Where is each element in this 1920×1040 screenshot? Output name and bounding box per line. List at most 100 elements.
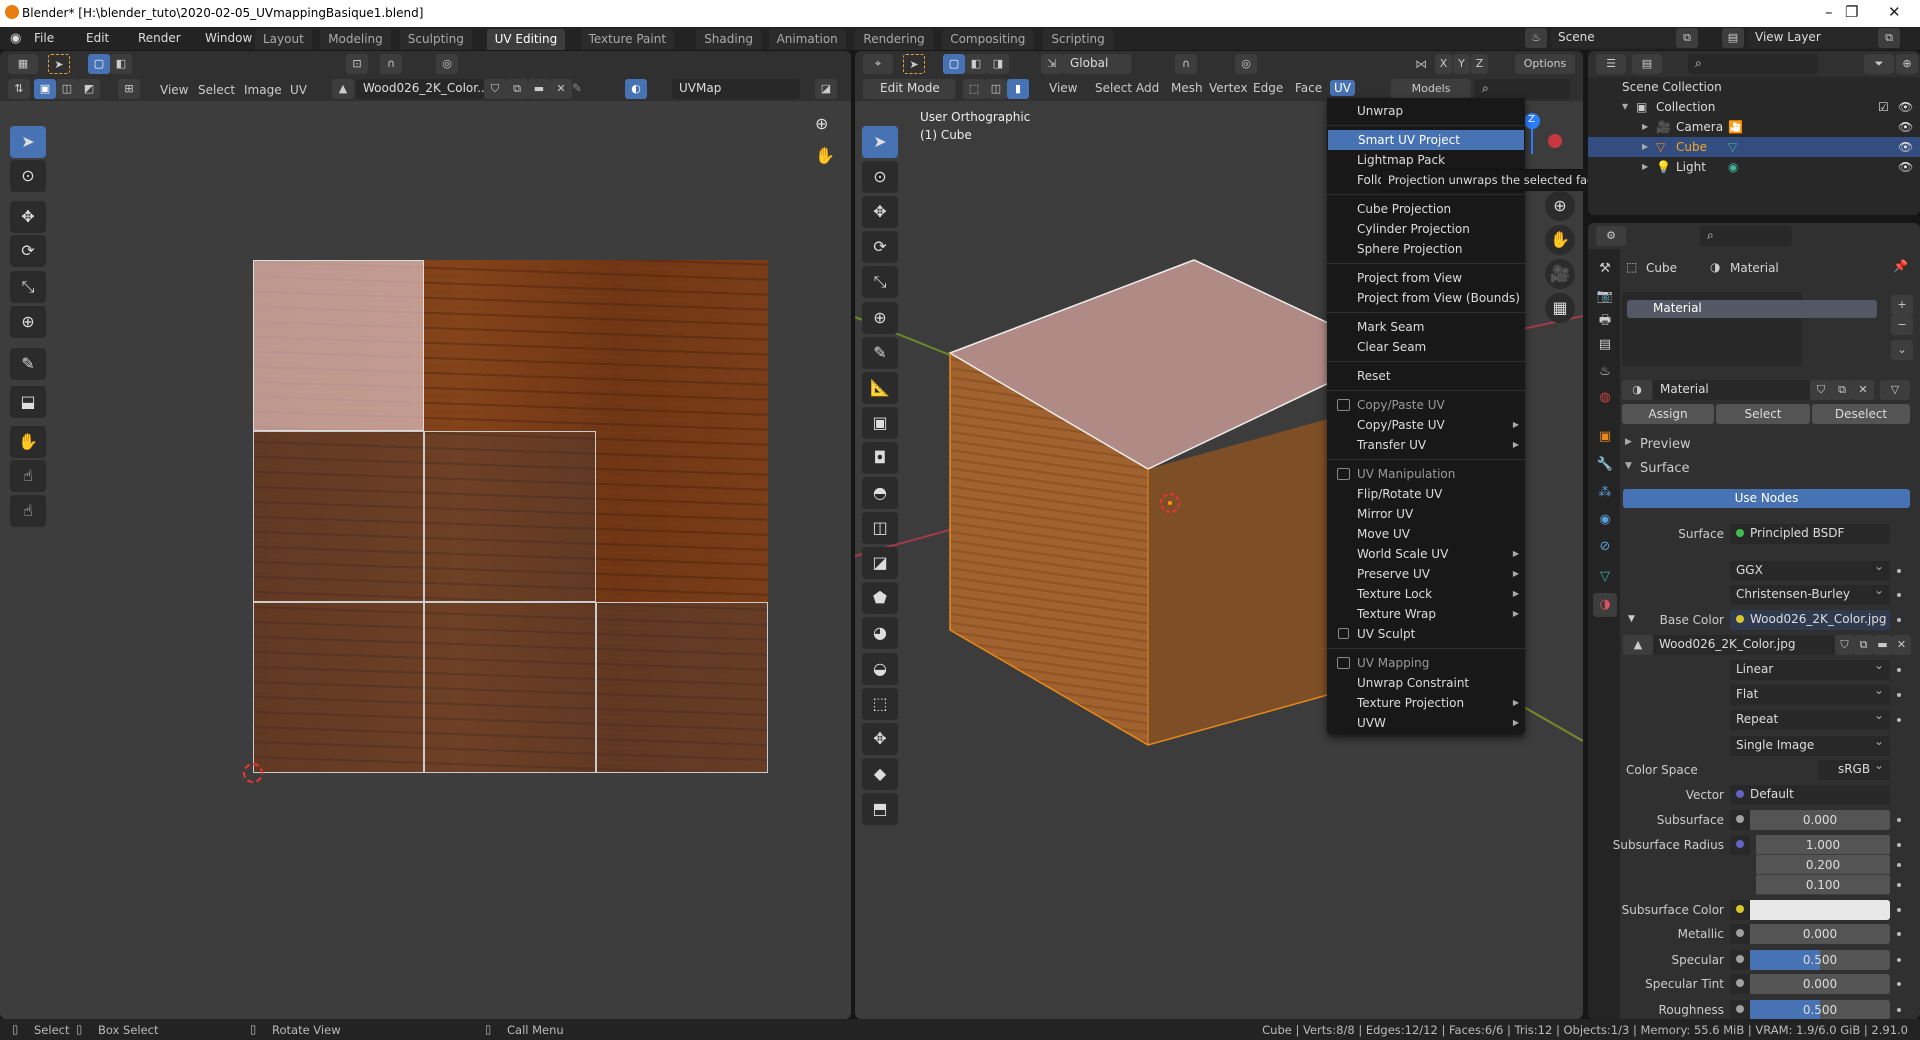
- select-box-tool-icon[interactable]: ➤: [862, 126, 898, 158]
- display-mode-icon[interactable]: ☰: [1596, 54, 1626, 74]
- tab-compositing[interactable]: Compositing: [942, 29, 1034, 50]
- tab-animation[interactable]: Animation: [768, 29, 846, 50]
- uv-menu-item-world-scale-uv[interactable]: World Scale UV ▶: [1327, 544, 1525, 564]
- uvmap-field[interactable]: UVMap: [672, 79, 800, 99]
- axis-z-toggle[interactable]: Z: [1471, 54, 1488, 74]
- material-name-field[interactable]: Material: [1653, 380, 1810, 400]
- outliner-scene-collection[interactable]: Scene Collection: [1588, 77, 1920, 97]
- menu-select[interactable]: Select: [1091, 80, 1136, 96]
- keyframe-dot[interactable]: [1897, 818, 1901, 822]
- extension-dropdown[interactable]: Repeat: [1730, 710, 1890, 730]
- tab-object-data-icon[interactable]: ▽: [1593, 565, 1617, 589]
- poly-build-tool-icon[interactable]: ⬟: [862, 582, 898, 614]
- outliner-item-collection[interactable]: ▼ ▣ Collection ☑ 👁: [1588, 97, 1920, 117]
- snap-icon[interactable]: ∩: [380, 54, 402, 74]
- subsurface-color-swatch[interactable]: [1750, 900, 1890, 920]
- visibility-eye-icon[interactable]: 👁: [1898, 97, 1913, 117]
- menu-window[interactable]: Window: [205, 31, 252, 45]
- uv-menu-item-uv-sculpt[interactable]: UV Sculpt: [1327, 624, 1525, 644]
- axis-x-toggle[interactable]: X: [1435, 54, 1452, 74]
- tab-object-icon[interactable]: ▣: [1593, 425, 1617, 449]
- uv-menu-item-cylinder-projection[interactable]: Cylinder Projection: [1327, 219, 1525, 239]
- view-layer-icon[interactable]: ▤: [1632, 54, 1662, 74]
- filter-icon[interactable]: ⏷: [1864, 54, 1894, 74]
- keyframe-dot[interactable]: [1897, 982, 1901, 986]
- keyframe-dot[interactable]: [1897, 1008, 1901, 1012]
- uv-menu-item-reset[interactable]: Reset: [1327, 366, 1525, 386]
- tab-modeling[interactable]: Modeling: [320, 29, 391, 50]
- transform-tool-icon[interactable]: ⊕: [10, 306, 46, 338]
- image-browse-icon[interactable]: ▲: [1623, 635, 1653, 655]
- uv-menu-item-texture-projection[interactable]: Texture Projection ▶: [1327, 693, 1525, 713]
- metallic-slider[interactable]: 0.000: [1750, 924, 1890, 944]
- fake-user-icon[interactable]: ⛉: [484, 79, 506, 99]
- socket-icon[interactable]: [1736, 529, 1744, 537]
- scene-icon[interactable]: ♨: [1525, 28, 1547, 48]
- unlink-image-icon[interactable]: ✕: [550, 79, 572, 99]
- new-view-layer-icon[interactable]: ⧉: [1878, 28, 1900, 48]
- keyframe-dot[interactable]: [1897, 668, 1901, 672]
- pan-hand-icon[interactable]: ✋: [1545, 225, 1575, 255]
- remove-slot-button[interactable]: −: [1891, 315, 1913, 335]
- zoom-icon[interactable]: ⊕: [815, 114, 828, 133]
- menu-add[interactable]: Add: [1132, 80, 1163, 96]
- subsurface-radius-x[interactable]: 1.000: [1756, 835, 1890, 855]
- grid-view-icon[interactable]: ▦: [1545, 293, 1575, 323]
- uv-menu-item-flip-rotate-uv[interactable]: Flip/Rotate UV: [1327, 484, 1525, 504]
- cursor-tool-icon[interactable]: ⊙: [862, 161, 898, 193]
- uv-menu-item-lightmap-pack[interactable]: Lightmap Pack: [1327, 150, 1525, 170]
- uv-menu-item-smart-uv-project[interactable]: Smart UV Project: [1328, 130, 1524, 150]
- annotate-tool-icon[interactable]: ✎: [10, 348, 46, 380]
- tab-layout[interactable]: Layout: [255, 29, 312, 50]
- uv-face-selected[interactable]: [253, 260, 424, 431]
- rip-tool-icon[interactable]: ⬒: [862, 793, 898, 825]
- tab-uv-editing[interactable]: UV Editing: [486, 29, 566, 50]
- roughness-slider[interactable]: 0.500: [1750, 1000, 1890, 1020]
- tab-render-icon[interactable]: 📷: [1593, 285, 1617, 309]
- blender-menu-icon[interactable]: ◉: [10, 31, 21, 46]
- tab-particles-icon[interactable]: ⁂: [1593, 481, 1617, 505]
- uv-menu-item-unwrap[interactable]: Unwrap: [1327, 101, 1525, 121]
- uv-menu-item-clear-seam[interactable]: Clear Seam: [1327, 337, 1525, 357]
- specular-tint-socket[interactable]: [1730, 974, 1750, 994]
- subsurface-slider[interactable]: 0.000: [1750, 810, 1890, 830]
- loop-cut-tool-icon[interactable]: ◫: [862, 512, 898, 544]
- grab-tool-icon[interactable]: ✋: [10, 426, 46, 458]
- image-name-field[interactable]: Wood026_2K_Color.jpg: [1653, 635, 1835, 655]
- uv-display-icon[interactable]: ◐: [625, 79, 647, 99]
- edge-select-icon[interactable]: ◫: [56, 79, 78, 99]
- preview-panel-header[interactable]: Preview: [1640, 437, 1691, 452]
- tab-world-icon[interactable]: ◍: [1593, 386, 1617, 410]
- uv-menu-item-mark-seam[interactable]: Mark Seam: [1327, 317, 1525, 337]
- pin-icon[interactable]: ✎: [572, 81, 582, 95]
- outliner-item-camera[interactable]: ▶ 🎥 Camera 🎦 👁: [1588, 117, 1920, 137]
- add-slot-button[interactable]: +: [1891, 295, 1913, 315]
- surface-collapse-icon[interactable]: ▼: [1625, 461, 1632, 471]
- rotate-tool-icon[interactable]: ⟳: [862, 231, 898, 263]
- select-tool-icon[interactable]: ➤: [48, 54, 70, 74]
- browse-material-icon[interactable]: ◑: [1622, 380, 1652, 400]
- new-collection-icon[interactable]: ⊕: [1896, 54, 1918, 74]
- properties-search[interactable]: ⌕: [1700, 226, 1792, 246]
- menu-vertex[interactable]: Vertex: [1205, 80, 1252, 96]
- move-tool-icon[interactable]: ✥: [862, 196, 898, 228]
- menu-edit[interactable]: Edit: [86, 31, 109, 45]
- menu-image[interactable]: Image: [244, 83, 282, 97]
- uv-menu-item-preserve-uv[interactable]: Preserve UV ▶: [1327, 564, 1525, 584]
- uv-menu-item-texture-lock[interactable]: Texture Lock ▶: [1327, 584, 1525, 604]
- assign-button[interactable]: Assign: [1622, 404, 1714, 424]
- uv-menu-item-mirror-uv[interactable]: Mirror UV: [1327, 504, 1525, 524]
- include-checkbox[interactable]: ☑: [1878, 97, 1889, 117]
- expand-arrow-icon[interactable]: ▶: [1642, 117, 1648, 137]
- keyframe-dot[interactable]: [1897, 593, 1901, 597]
- tab-scripting[interactable]: Scripting: [1043, 29, 1113, 50]
- outliner-search[interactable]: ⌕: [1688, 54, 1818, 74]
- proportional-edit-icon[interactable]: ◎: [436, 54, 458, 74]
- open-image-icon[interactable]: ▬: [528, 79, 550, 99]
- keyframe-dot[interactable]: [1897, 569, 1901, 573]
- preview-expand-icon[interactable]: ▶: [1625, 437, 1632, 447]
- tab-modifiers-icon[interactable]: 🔧: [1593, 453, 1617, 477]
- uv-menu-item-transfer-uv[interactable]: Transfer UV ▶: [1327, 435, 1525, 455]
- surface-panel-header[interactable]: Surface: [1640, 461, 1690, 476]
- new-image-icon[interactable]: ⧉: [1854, 635, 1873, 655]
